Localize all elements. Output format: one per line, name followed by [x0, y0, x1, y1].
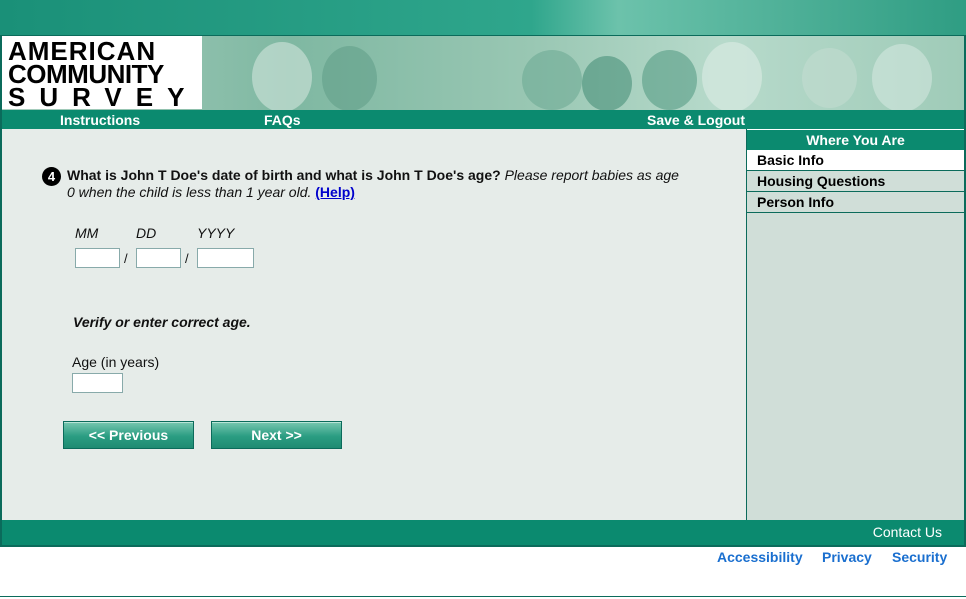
help-link[interactable]: (Help): [315, 184, 355, 200]
nav-instructions-link[interactable]: Instructions: [60, 112, 140, 128]
question-number-badge: 4: [42, 167, 61, 186]
verify-age-text: Verify or enter correct age.: [73, 314, 251, 330]
where-you-are-sidebar: Where You Are Basic Info Housing Questio…: [746, 129, 964, 520]
previous-button[interactable]: << Previous: [63, 421, 194, 449]
year-label: YYYY: [197, 225, 235, 241]
sidebar-item-housing-questions[interactable]: Housing Questions: [747, 171, 964, 192]
security-link[interactable]: Security: [892, 549, 947, 565]
top-strip: [0, 0, 966, 36]
next-button[interactable]: Next >>: [211, 421, 342, 449]
sidebar-item-basic-info[interactable]: Basic Info: [747, 150, 964, 171]
nav-faqs-link[interactable]: FAQs: [264, 112, 301, 128]
year-input[interactable]: [197, 248, 254, 268]
nav-bar: Instructions FAQs Save & Logout: [2, 110, 964, 129]
month-input[interactable]: [75, 248, 120, 268]
contact-us-link[interactable]: Contact Us: [873, 524, 942, 540]
privacy-link[interactable]: Privacy: [822, 549, 872, 565]
bottom-divider: [0, 596, 966, 597]
sidebar-item-person-info[interactable]: Person Info: [747, 192, 964, 213]
day-input[interactable]: [136, 248, 181, 268]
nav-save-logout-link[interactable]: Save & Logout: [647, 112, 745, 128]
acs-logo: AMERICAN COMMUNITY SURVEY: [2, 36, 202, 112]
age-label: Age (in years): [72, 354, 160, 370]
question-text: What is John T Doe's date of birth and w…: [67, 167, 687, 201]
date-separator: /: [124, 251, 128, 266]
date-separator: /: [185, 251, 189, 266]
age-input[interactable]: [72, 373, 123, 393]
question-prompt: What is John T Doe's date of birth and w…: [67, 167, 501, 183]
bottom-bar: Contact Us: [2, 520, 964, 545]
month-label: MM: [75, 225, 99, 241]
accessibility-link[interactable]: Accessibility: [717, 549, 803, 565]
logo-line-3: SURVEY: [8, 82, 199, 112]
sidebar-heading: Where You Are: [747, 129, 964, 150]
day-label: DD: [136, 225, 157, 241]
